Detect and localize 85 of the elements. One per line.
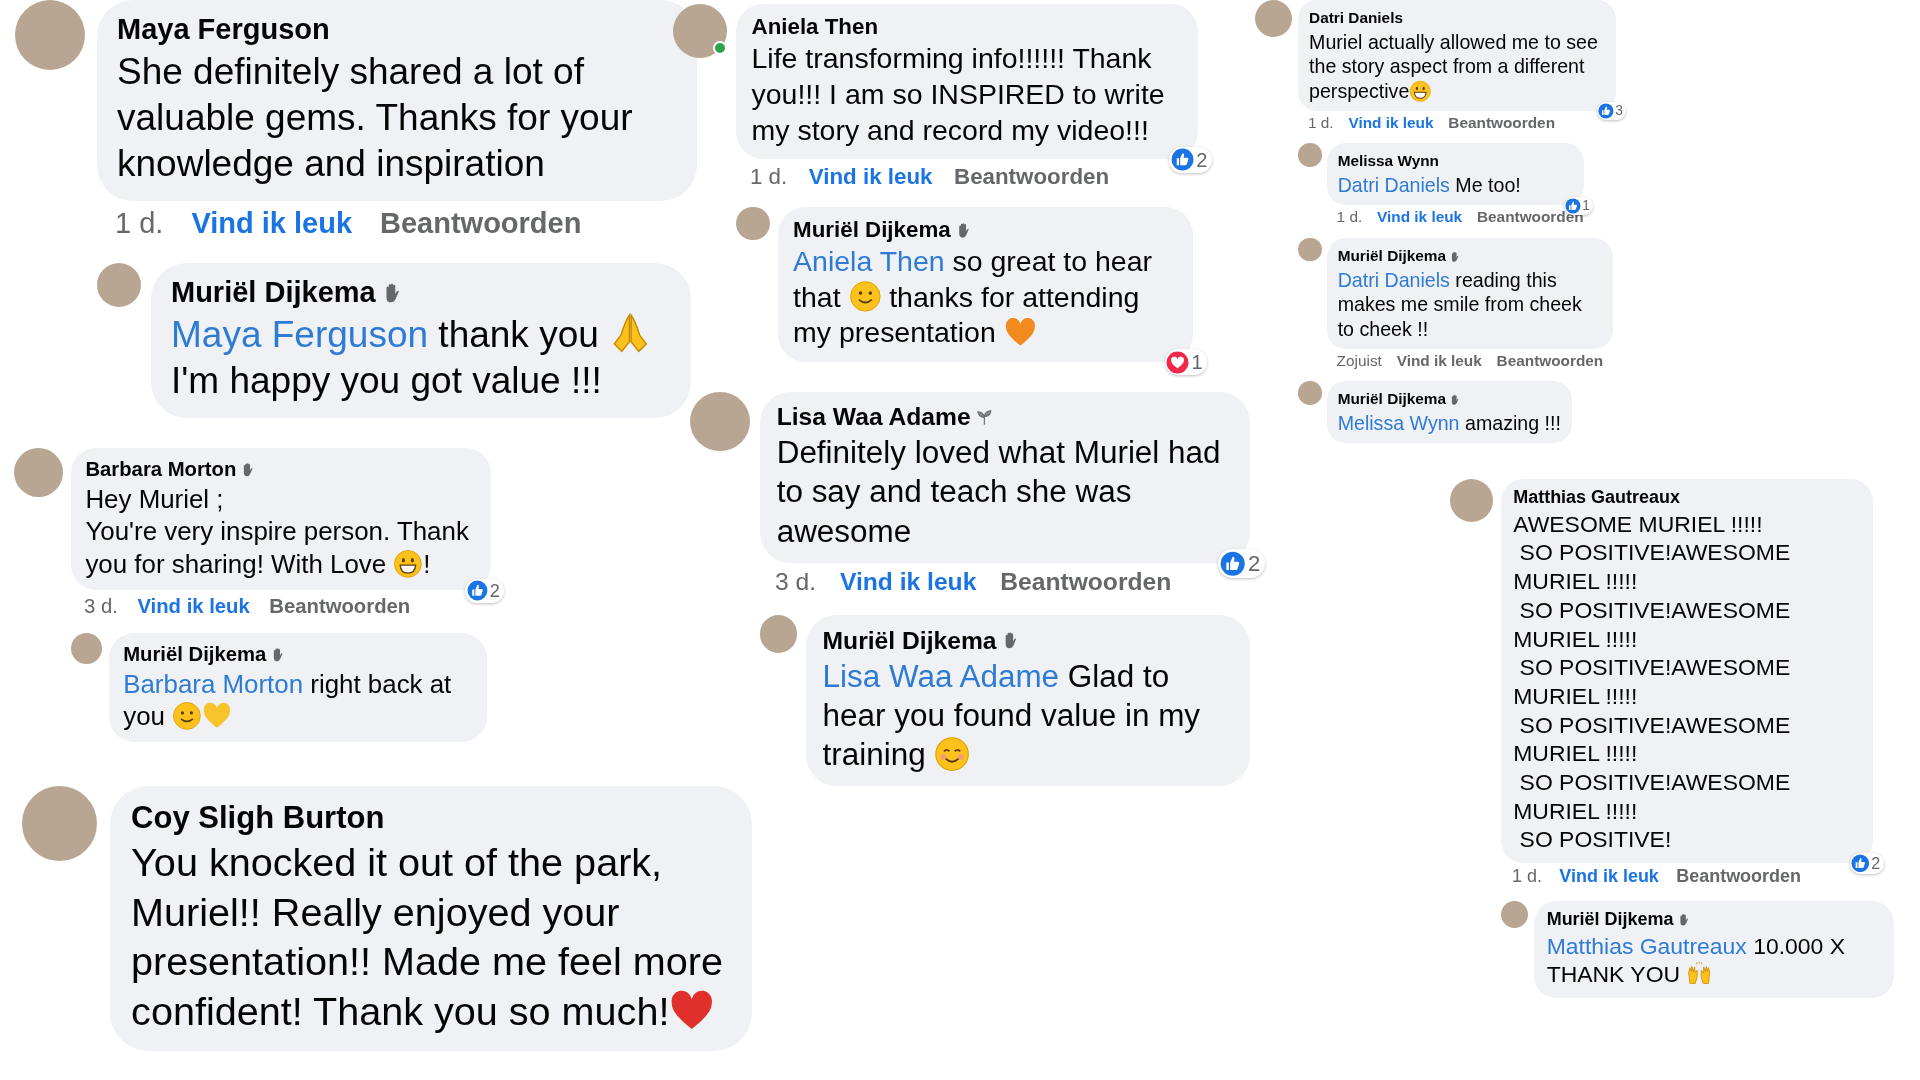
avatar <box>759 615 798 653</box>
avatar <box>71 633 103 664</box>
author-name[interactable]: Datri Daniels <box>1309 8 1403 26</box>
mention-link[interactable]: Aniela Then <box>793 245 945 277</box>
reaction-count: 1 <box>1191 352 1203 373</box>
avatar <box>1255 0 1293 38</box>
comment-text: You knocked it out of the park, Muriel!! Really enjoyed your presentation!! Made me feel more confident! Thank you so much! <box>131 839 724 1036</box>
author-name[interactable]: Muriël Dijkema <box>123 642 267 665</box>
like-link[interactable]: Vind ik leuk <box>1348 112 1434 133</box>
like-link[interactable]: Vind ik leuk <box>808 162 933 192</box>
timestamp: 1 d. <box>1308 112 1334 133</box>
like-link[interactable]: Vind ik leuk <box>191 205 352 244</box>
grinning-face-icon <box>393 548 424 579</box>
comment-text: Hey Muriel ; You're very inspire person. Thank you for sharing! With Love ! <box>85 484 470 581</box>
timestamp: 3 d. <box>84 593 118 619</box>
avatar <box>1298 381 1322 405</box>
avatar <box>736 206 770 241</box>
timestamp: 3 d. <box>775 567 817 598</box>
avatar <box>1298 237 1322 262</box>
like-link[interactable]: Vind ik leuk <box>1377 207 1463 228</box>
comment-text: Barbara Morton right back at you <box>123 668 453 733</box>
like-link[interactable]: Vind ik leuk <box>137 592 250 620</box>
mention-link[interactable]: Datri Daniels <box>1337 174 1450 197</box>
reply-link[interactable]: Beantwoorden <box>954 162 1110 192</box>
comment-text: Lisa Waa Adame Glad to hear you found value in my training <box>822 657 1202 775</box>
timestamp: 1 d. <box>1512 865 1542 888</box>
reply-link[interactable]: Beantwoorden <box>1496 350 1604 371</box>
reply-link[interactable]: Beantwoorden <box>1676 865 1801 889</box>
author-name[interactable]: Muriël Dijkema <box>1337 246 1447 264</box>
comment-text: Datri Daniels Me too! <box>1337 173 1522 198</box>
comment-text: Datri Daniels reading this makes me smile from cheek to cheek !! <box>1337 267 1583 342</box>
like-link[interactable]: Vind ik leuk <box>1396 350 1482 371</box>
grinning-face-icon <box>1409 79 1432 103</box>
reaction-count: 1 <box>1582 198 1590 213</box>
timestamp: 1 d. <box>750 163 788 192</box>
comment-text: Matthias Gautreaux 10.000 X THANK YOU <box>1546 931 1847 989</box>
reaction-count: 2 <box>489 581 500 600</box>
avatar <box>14 448 63 498</box>
author-name[interactable]: Muriël Dijkema <box>171 276 376 309</box>
timestamp: 1 d. <box>1336 207 1363 228</box>
mention-link[interactable]: Barbara Morton <box>123 669 304 698</box>
comment-text: She definitely shared a lot of valuable gems. Thanks for your knowledge and inspiration <box>117 49 634 187</box>
reply-link[interactable]: Beantwoorden <box>1000 566 1172 599</box>
smiley-icon <box>848 280 882 313</box>
smiling-face-icon <box>934 735 971 773</box>
comment-text: Aniela Then so great to hear that thanks for attending my presentation <box>793 244 1154 351</box>
author-name[interactable]: Melissa Wynn <box>1337 152 1439 170</box>
reply-link[interactable]: Beantwoorden <box>1476 207 1584 228</box>
avatar <box>1450 479 1494 523</box>
mention-link[interactable]: Datri Daniels <box>1337 268 1450 291</box>
author-name[interactable]: Matthias Gautreaux <box>1513 486 1680 507</box>
comment-text: Muriel actually allowed me to see the story aspect from a different perspective <box>1309 29 1599 104</box>
reply-link[interactable]: Beantwoorden <box>380 205 582 244</box>
reply-link[interactable]: Beantwoorden <box>1448 112 1555 133</box>
mention-link[interactable]: Lisa Waa Adame <box>822 658 1060 694</box>
timestamp: Zojuist <box>1336 350 1382 371</box>
comment-text: AWESOME MURIEL !!!!! SO POSITIVE!AWESOME MURIEL !!!!! SO POSITIVE!AWESOME MURIEL !!!!! SO POSITIVE!AWESOME MURIEL !!!!! SO POSITIVE!AWESOME MURIEL !!!!! SO POSITIVE!AWESOME MURIEL !!!!! SO POSITIVE! <box>1513 509 1792 854</box>
reaction-count: 2 <box>1247 552 1261 575</box>
author-name[interactable]: Lisa Waa Adame <box>776 402 971 430</box>
comment-text: Maya Ferguson thank you I'm happy you got value !!! <box>171 311 671 405</box>
reaction-count: 3 <box>1615 104 1623 119</box>
author-name[interactable]: Barbara Morton <box>85 458 237 480</box>
avatar <box>1298 143 1322 167</box>
author-name[interactable]: Coy Sligh Burton <box>131 800 385 836</box>
mention-link[interactable]: Matthias Gautreaux <box>1546 932 1747 959</box>
comment-text: Melissa Wynn amazing !!! <box>1337 411 1561 436</box>
author-name[interactable]: Muriël Dijkema <box>1337 390 1447 408</box>
like-link[interactable]: Vind ik leuk <box>1559 865 1659 889</box>
mention-link[interactable]: Maya Ferguson <box>171 313 429 355</box>
author-name[interactable]: Muriël Dijkema <box>822 626 997 654</box>
avatar <box>97 263 141 308</box>
smiley-icon <box>172 701 202 731</box>
author-name[interactable]: Maya Ferguson <box>117 13 330 45</box>
avatar <box>1500 900 1529 929</box>
reply-link[interactable]: Beantwoorden <box>269 592 411 620</box>
mention-link[interactable]: Melissa Wynn <box>1337 412 1460 435</box>
author-name[interactable]: Muriël Dijkema <box>1546 908 1674 929</box>
reaction-count: 2 <box>1196 149 1208 170</box>
author-name[interactable]: Aniela Then <box>751 14 879 40</box>
like-link[interactable]: Vind ik leuk <box>839 566 977 599</box>
reaction-count: 2 <box>1871 855 1881 872</box>
timestamp: 1 d. <box>115 206 164 242</box>
comment-text: Definitely loved what Muriel had to say and teach she was awesome <box>776 433 1222 551</box>
comment-text: Life transforming info!!!!!! Thank you!!! I am so INSPIRED to write my story and record my video!!! <box>751 41 1166 148</box>
author-name[interactable]: Muriël Dijkema <box>793 217 951 242</box>
